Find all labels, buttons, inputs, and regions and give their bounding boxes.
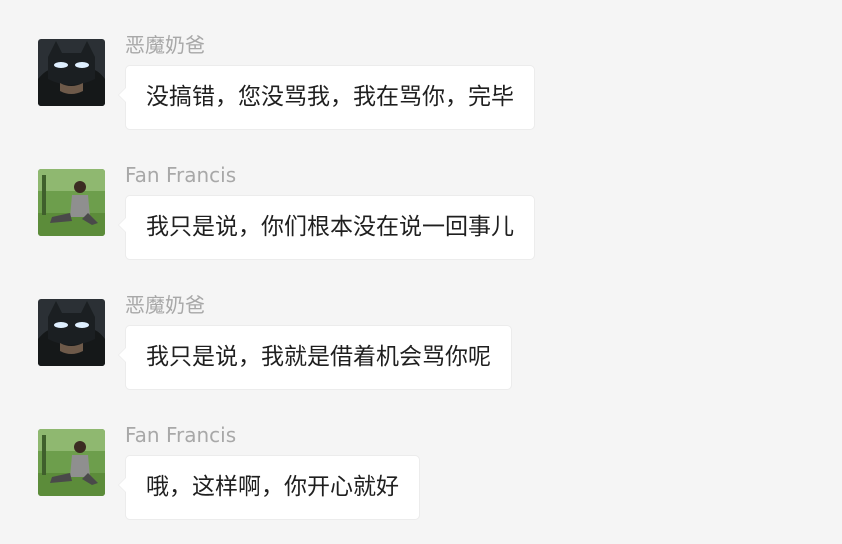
batman-mask-avatar-icon[interactable] bbox=[38, 39, 105, 106]
person-on-grass-avatar-icon[interactable] bbox=[38, 429, 105, 496]
person-on-grass-avatar-icon[interactable] bbox=[38, 169, 105, 236]
batman-mask-avatar-icon[interactable] bbox=[38, 299, 105, 366]
sender-name: Fan Francis bbox=[125, 163, 237, 187]
sender-name: Fan Francis bbox=[125, 423, 237, 447]
sender-name: 恶魔奶爸 bbox=[125, 33, 205, 57]
chat-panel: 恶魔奶爸 没搞错，您没骂我，我在骂你，完毕 Fan Francis 我只是说，你… bbox=[0, 0, 842, 544]
message-bubble[interactable]: 我只是说，我就是借着机会骂你呢 bbox=[118, 325, 512, 390]
message-bubble[interactable]: 没搞错，您没骂我，我在骂你，完毕 bbox=[118, 65, 535, 130]
sender-name: 恶魔奶爸 bbox=[125, 293, 205, 317]
message-bubble[interactable]: 哦，这样啊，你开心就好 bbox=[118, 455, 420, 520]
message-bubble[interactable]: 我只是说，你们根本没在说一回事儿 bbox=[118, 195, 535, 260]
